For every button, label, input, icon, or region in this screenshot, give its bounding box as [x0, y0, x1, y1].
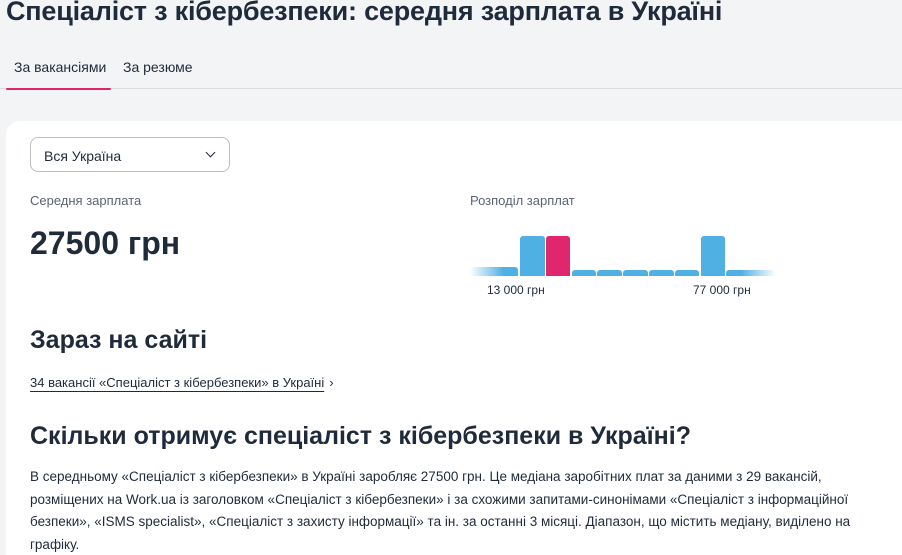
chevron-down-icon [205, 147, 216, 158]
histogram-bar [623, 269, 648, 276]
histogram-bar [520, 235, 545, 276]
chevron-right-icon: › [329, 375, 334, 390]
salary-question-title: Скільки отримує спеціаліст з кібербезпек… [30, 422, 691, 450]
distribution-label: Розподіл зарплат [470, 193, 575, 208]
region-select-value: Вся Україна [44, 148, 122, 164]
histogram-bar [674, 269, 700, 276]
region-select[interactable]: Вся Україна [30, 137, 230, 172]
histogram-bar [470, 267, 518, 276]
tab-bar: За вакансіями За резюме [0, 46, 902, 90]
histogram-bar-median [545, 235, 571, 276]
tab-by-vacancies[interactable]: За вакансіями [6, 46, 111, 90]
salary-histogram [470, 231, 777, 276]
histogram-tick-max: 77 000 грн [693, 283, 751, 297]
histogram-tick-min: 13 000 грн [487, 283, 545, 297]
histogram-bar [571, 269, 597, 276]
salary-card: Вся Україна Середня зарплата 27500 грн Р… [6, 121, 902, 555]
tab-by-resumes[interactable]: За резюме [123, 46, 193, 89]
average-salary-value: 27500 грн [30, 225, 181, 261]
average-salary-label: Середня зарплата [30, 193, 142, 208]
histogram-bar [726, 269, 777, 276]
histogram-bar [597, 269, 622, 276]
vacancies-link[interactable]: 34 вакансії «Спеціаліст з кібербезпеки» … [30, 375, 334, 390]
histogram-bar [649, 269, 674, 276]
salary-description: В середньому «Спеціаліст з кібербезпеки»… [30, 469, 851, 552]
vacancies-link-text: 34 вакансії «Спеціаліст з кібербезпеки» … [30, 375, 325, 390]
page-title: Спеціаліст з кібербезпеки: середня зарпл… [6, 0, 723, 26]
now-on-site-title: Зараз на сайті [30, 326, 208, 354]
histogram-bar [700, 235, 726, 276]
